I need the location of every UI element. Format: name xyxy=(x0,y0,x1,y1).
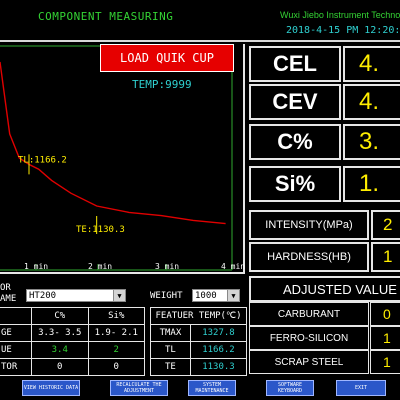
system-maintenance-button[interactable]: SYSTEM MAINTENANCE xyxy=(188,380,236,396)
load-quik-cup-button[interactable]: LOAD QUIK CUP xyxy=(100,44,234,72)
result-value: 3. xyxy=(343,124,400,160)
result-name: CEL xyxy=(249,46,341,82)
header-divider xyxy=(0,40,400,42)
table-row: TOR 0 0 xyxy=(0,358,145,376)
adjusted-value: 0 xyxy=(370,302,400,326)
result-row-c: C% 3. xyxy=(249,124,400,160)
feature-value: 1166.2 xyxy=(189,341,248,359)
feature-name: TMAX xyxy=(150,324,191,342)
table-cell: 3.3- 3.5 xyxy=(31,324,89,342)
result-name: Si% xyxy=(249,166,341,202)
temperature-readout: TEMP:9999 xyxy=(132,78,192,91)
adjusted-name: CARBURANT xyxy=(249,302,369,326)
x-tick-label: 1 min xyxy=(24,262,49,271)
table-cell: 0 xyxy=(31,358,89,376)
result-value: 1. xyxy=(343,166,400,202)
grade-select-value: HT200 xyxy=(29,290,57,301)
grade-label-line1: OR xyxy=(0,283,11,293)
x-tick-label: 4 min xyxy=(221,262,246,271)
table-row: TMAX 1327.8 xyxy=(150,324,248,342)
table-header-row: FEATUER TEMP(℃) xyxy=(150,307,247,325)
weight-select[interactable]: 1000 ▼ xyxy=(192,289,240,302)
table-row: TL 1166.2 xyxy=(150,341,248,359)
chevron-down-icon[interactable]: ▼ xyxy=(113,290,125,301)
result-value: 4. xyxy=(343,46,400,82)
hardness-value: 1 xyxy=(371,242,400,272)
result-row-si: Si% 1. xyxy=(249,166,400,202)
feature-value: 1327.8 xyxy=(189,324,248,342)
adjusted-row-carburant: CARBURANT 0 xyxy=(249,302,400,326)
feature-name: TE xyxy=(150,358,191,376)
adjusted-row-ferro-silicon: FERRO-SILICON 1 xyxy=(249,326,400,350)
feature-temp-header: FEATUER TEMP(℃) xyxy=(150,307,247,325)
te-annotation: TE:1130.3 xyxy=(76,225,125,235)
recalculate-adjustment-button[interactable]: RECALCULATE THE ADJUSTMENT xyxy=(110,380,168,396)
grade-label-line2: AME xyxy=(0,294,17,304)
adjusted-value-title: ADJUSTED VALUE xyxy=(249,276,400,302)
chevron-down-icon[interactable]: ▼ xyxy=(227,290,239,301)
composition-table: C% Si% GE 3.3- 3.5 1.9- 2.1 UE 3.4 2 TOR… xyxy=(0,307,145,376)
x-tick-label: 2 min xyxy=(88,262,113,271)
intensity-value: 2 xyxy=(371,210,400,240)
intensity-label: INTENSITY(MPa) xyxy=(249,210,369,240)
table-cell xyxy=(0,307,32,325)
table-row: UE 3.4 2 xyxy=(0,341,145,359)
adjusted-value: 1 xyxy=(370,326,400,350)
table-cell: 2 xyxy=(87,341,145,359)
table-cell: 3.4 xyxy=(31,341,89,359)
result-row-hardness: HARDNESS(HB) 1 xyxy=(249,242,400,272)
adjusted-value: 1 xyxy=(370,350,400,374)
feature-value: 1130.3 xyxy=(189,358,248,376)
row-label: TOR xyxy=(0,358,32,376)
result-row-intensity: INTENSITY(MPa) 2 xyxy=(249,210,400,240)
adjusted-row-scrap-steel: SCRAP STEEL 1 xyxy=(249,350,400,374)
feature-temp-table: FEATUER TEMP(℃) TMAX 1327.8 TL 1166.2 TE… xyxy=(150,307,248,376)
company-name: Wuxi Jiebo Instrument Technolo xyxy=(280,10,400,20)
table-row: TE 1130.3 xyxy=(150,358,248,376)
row-label: GE xyxy=(0,324,32,342)
adjusted-name: FERRO-SILICON xyxy=(249,326,369,350)
result-name: C% xyxy=(249,124,341,160)
row-label: UE xyxy=(0,341,32,359)
table-row: GE 3.3- 3.5 1.9- 2.1 xyxy=(0,324,145,342)
view-historic-data-button[interactable]: VIEW HISTORIC DATA xyxy=(22,380,80,396)
table-cell: 0 xyxy=(87,358,145,376)
table-header-c: C% xyxy=(31,307,89,325)
weight-label: WEIGHT xyxy=(150,291,183,301)
result-name: CEV xyxy=(249,84,341,120)
result-row-cel: CEL 4. xyxy=(249,46,400,82)
weight-select-value: 1000 xyxy=(195,290,217,301)
x-tick-label: 3 min xyxy=(155,262,180,271)
table-header-si: Si% xyxy=(87,307,145,325)
cooling-curve-chart: TL:1166.2 TE:1130.3 xyxy=(0,44,245,274)
exit-button[interactable]: EXIT xyxy=(336,380,386,396)
result-value: 4. xyxy=(343,84,400,120)
cooling-curve-line xyxy=(0,61,226,225)
app-title: COMPONENT MEASURING xyxy=(38,10,174,23)
software-keyboard-button[interactable]: SOFTWARE KEYBOARD xyxy=(266,380,314,396)
datetime-display: 2018-4-15 PM 12:20:30 xyxy=(286,25,400,36)
tl-annotation: TL:1166.2 xyxy=(18,155,67,165)
hardness-label: HARDNESS(HB) xyxy=(249,242,369,272)
table-cell: 1.9- 2.1 xyxy=(87,324,145,342)
table-header-row: C% Si% xyxy=(0,307,145,325)
result-row-cev: CEV 4. xyxy=(249,84,400,120)
adjusted-name: SCRAP STEEL xyxy=(249,350,369,374)
feature-name: TL xyxy=(150,341,191,359)
cooling-curve-svg: TL:1166.2 TE:1130.3 xyxy=(0,45,233,271)
grade-select[interactable]: HT200 ▼ xyxy=(26,289,126,302)
